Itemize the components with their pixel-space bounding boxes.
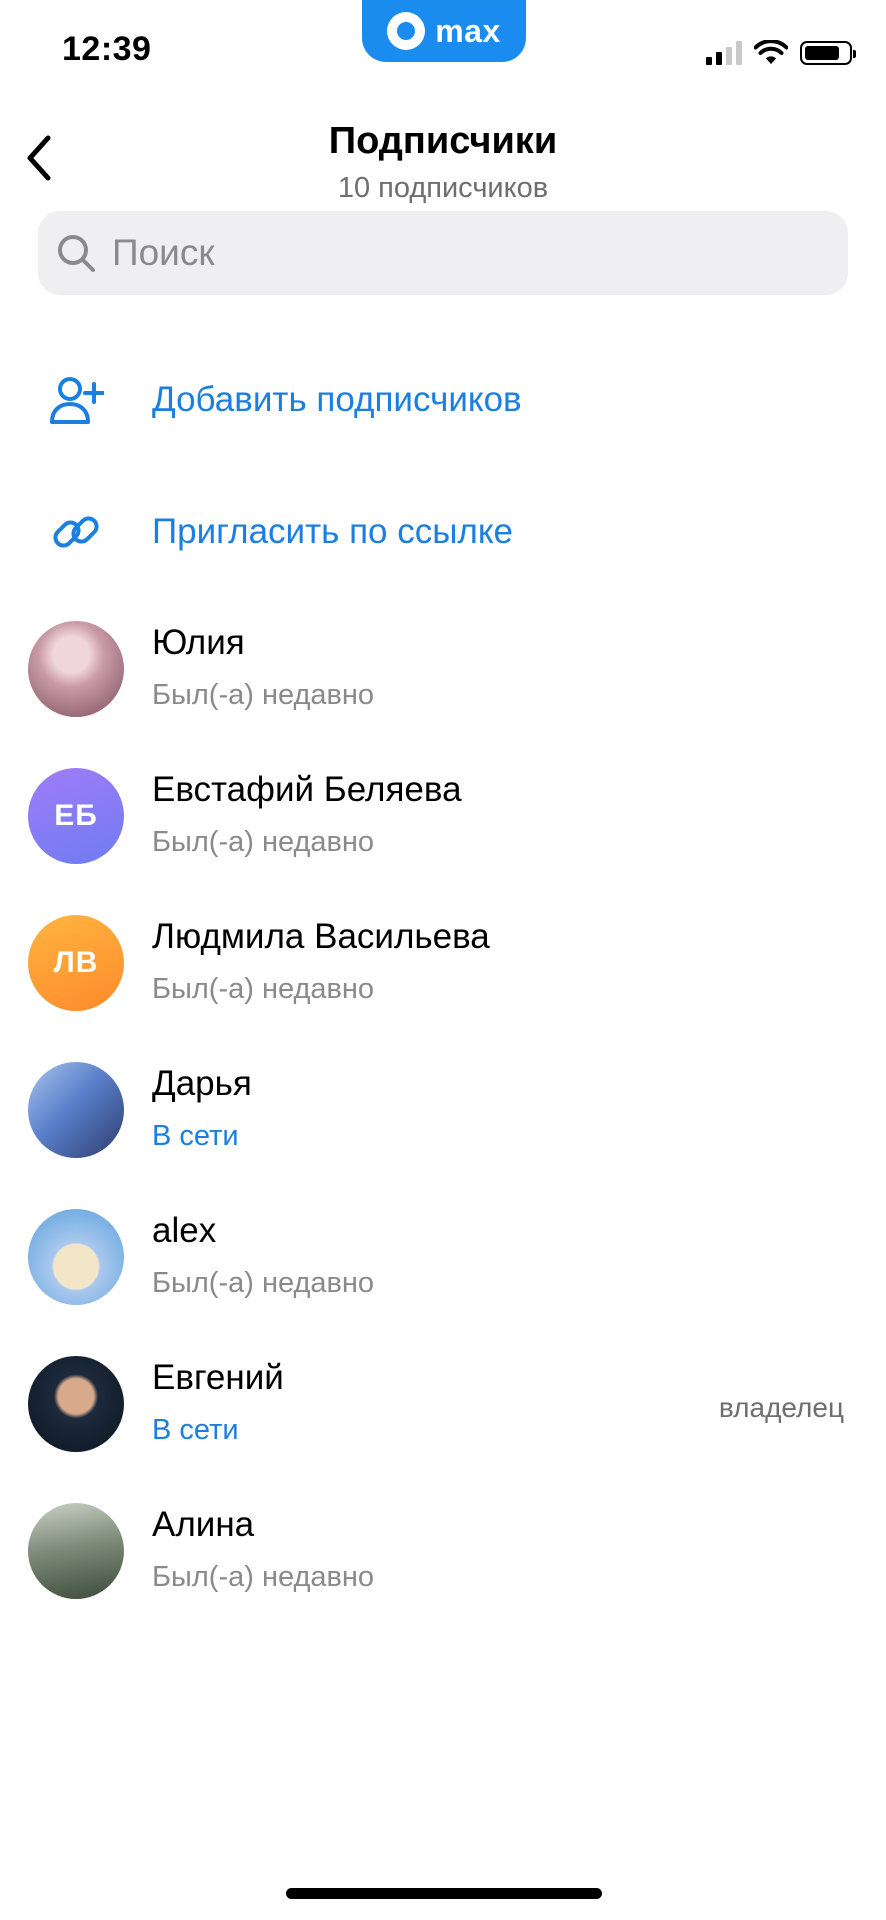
status-icons bbox=[706, 40, 856, 66]
member-status: Был(-а) недавно bbox=[152, 973, 375, 1005]
member-name: Евстафий Беляева bbox=[152, 770, 462, 809]
add-user-icon bbox=[50, 377, 104, 424]
avatar bbox=[28, 621, 124, 717]
member-status: В сети bbox=[152, 1414, 239, 1446]
member-name: Дарья bbox=[152, 1064, 252, 1103]
avatar bbox=[28, 1356, 124, 1452]
member-name: Алина bbox=[152, 1505, 255, 1544]
avatar bbox=[28, 1209, 124, 1305]
member-row[interactable]: Юлия Был(-а) недавно bbox=[0, 595, 886, 742]
link-icon bbox=[53, 516, 99, 548]
avatar-initials: ЛВ bbox=[53, 946, 99, 979]
avatar bbox=[28, 1503, 124, 1599]
header: Подписчики 10 подписчиков bbox=[0, 110, 886, 210]
invite-by-link-label: Пригласить по ссылке bbox=[152, 512, 513, 551]
member-name: Юлия bbox=[152, 623, 245, 662]
member-name: alex bbox=[152, 1211, 217, 1250]
invite-by-link-button[interactable]: Пригласить по ссылке bbox=[0, 477, 886, 587]
avatar bbox=[28, 1062, 124, 1158]
status-bar: 12:39 max bbox=[0, 0, 886, 100]
search-bar[interactable] bbox=[38, 211, 848, 295]
member-row[interactable]: alex Был(-а) недавно bbox=[0, 1183, 886, 1330]
member-row[interactable]: ЕБ Евстафий Беляева Был(-а) недавно bbox=[0, 742, 886, 889]
add-subscribers-button[interactable]: Добавить подписчиков bbox=[0, 345, 886, 455]
wifi-icon bbox=[754, 40, 788, 64]
member-row[interactable]: ЛВ Людмила Васильева Был(-а) недавно bbox=[0, 889, 886, 1036]
member-status: В сети bbox=[152, 1120, 239, 1152]
home-indicator[interactable] bbox=[286, 1888, 602, 1899]
max-logo-icon bbox=[387, 12, 426, 50]
member-row[interactable]: Евгений В сети владелец bbox=[0, 1330, 886, 1477]
app-name: max bbox=[435, 12, 501, 49]
member-name: Евгений bbox=[152, 1358, 284, 1397]
subscriber-count: 10 подписчиков bbox=[337, 172, 549, 204]
status-time: 12:39 bbox=[62, 30, 152, 68]
app-indicator-pill[interactable]: max bbox=[362, 0, 526, 62]
avatar-initials: ЕБ bbox=[54, 799, 98, 832]
search-input[interactable] bbox=[112, 232, 812, 274]
member-status: Был(-а) недавно bbox=[152, 826, 375, 858]
battery-icon bbox=[800, 41, 856, 65]
member-status: Был(-а) недавно bbox=[152, 679, 375, 711]
member-role-badge: владелец bbox=[718, 1392, 844, 1423]
add-subscribers-label: Добавить подписчиков bbox=[152, 380, 522, 419]
page-title: Подписчики bbox=[328, 120, 558, 162]
avatar: ЕБ bbox=[28, 768, 124, 864]
member-row[interactable]: Дарья В сети bbox=[0, 1036, 886, 1183]
member-status: Был(-а) недавно bbox=[152, 1561, 375, 1593]
cellular-signal-icon bbox=[706, 41, 742, 65]
member-row[interactable]: Алина Был(-а) недавно bbox=[0, 1477, 886, 1624]
avatar: ЛВ bbox=[28, 915, 124, 1011]
search-icon bbox=[58, 235, 95, 272]
member-status: Был(-а) недавно bbox=[152, 1267, 375, 1299]
member-name: Людмила Васильева bbox=[152, 917, 490, 956]
